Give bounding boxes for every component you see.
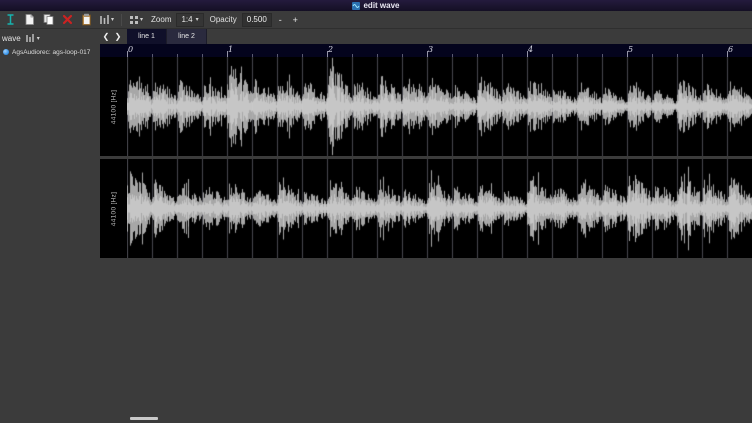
grid-icon xyxy=(129,14,139,25)
levels-icon xyxy=(25,31,35,46)
machine-item[interactable]: AgsAudiorec: ags-loop-017 xyxy=(0,45,100,57)
zoom-combo[interactable]: 1:4 ▾ xyxy=(176,13,203,27)
line-tab-bar: ❮ ❯ line 1 line 2 xyxy=(100,29,752,44)
tab-line-1[interactable]: line 1 xyxy=(127,29,167,44)
opacity-label: Opacity xyxy=(210,15,237,24)
red-x-icon xyxy=(61,13,74,26)
app-icon xyxy=(352,2,360,10)
waveform-canvas[interactable] xyxy=(127,159,752,258)
levels-icon xyxy=(99,13,110,26)
copy-button[interactable] xyxy=(40,11,57,28)
ruler-tick: 3 xyxy=(428,44,433,55)
paste-button[interactable] xyxy=(78,11,95,28)
waveform-channel-1: 44100 [Hz] xyxy=(100,159,752,258)
menu-button[interactable]: ▾ xyxy=(127,12,145,27)
wave-label: wave xyxy=(2,34,21,43)
opacity-decrement-button[interactable]: - xyxy=(274,13,287,27)
samplerate-meter: 44100 [Hz] xyxy=(100,57,127,156)
copy-icon xyxy=(42,13,55,26)
samplerate-meter: 44100 [Hz] xyxy=(100,159,127,258)
position-cursor-icon xyxy=(4,13,17,26)
chevron-down-icon: ▾ xyxy=(140,17,143,23)
nav-forward-button[interactable]: ❯ xyxy=(112,29,124,44)
ruler-tick: 2 xyxy=(328,44,333,55)
window-title: edit wave xyxy=(363,2,399,10)
tool-menu-button[interactable]: ▾ xyxy=(97,11,116,28)
window-titlebar[interactable]: edit wave xyxy=(0,0,752,11)
waveform-channel-0: 44100 [Hz] xyxy=(100,57,752,156)
tab-line-2[interactable]: line 2 xyxy=(167,29,207,44)
zoom-value: 1:4 xyxy=(181,15,192,24)
ruler-tick: 1 xyxy=(228,44,233,55)
samplerate-label: 44100 [Hz] xyxy=(110,89,117,123)
select-button[interactable] xyxy=(21,11,38,28)
document-icon xyxy=(23,13,36,26)
horizontal-scrollbar[interactable] xyxy=(127,416,752,421)
chevron-down-icon: ▾ xyxy=(37,36,40,42)
machine-radio-icon[interactable] xyxy=(3,49,9,55)
timeline-ruler: 0 1 2 3 4 5 6 xyxy=(100,44,752,57)
ruler-tick: 6 xyxy=(728,44,733,55)
chevron-down-icon: ▾ xyxy=(196,17,199,23)
waveform-canvas[interactable] xyxy=(127,57,752,156)
machine-label: AgsAudiorec: ags-loop-017 xyxy=(12,49,90,56)
clipboard-icon xyxy=(80,13,93,26)
ruler-tick: 5 xyxy=(628,44,633,55)
chevron-down-icon: ▾ xyxy=(111,17,114,23)
nav-back-button[interactable]: ❮ xyxy=(100,29,112,44)
position-cursor-button[interactable] xyxy=(2,11,19,28)
edit-wave-window: edit wave xyxy=(0,0,752,423)
samplerate-label: 44100 [Hz] xyxy=(110,191,117,225)
ruler-tick: 4 xyxy=(528,44,533,55)
wave-editor: ❮ ❯ line 1 line 2 0 1 2 3 4 5 6 44100 [H… xyxy=(100,29,752,423)
window-body: wave ▾ AgsAudiorec: ags-loop-017 ❮ ❯ lin… xyxy=(0,29,752,423)
ruler-tick: 0 xyxy=(128,44,133,55)
wave-toolbar: ▾ ▾ Zoom 1:4 ▾ Opacity 0.500 - + xyxy=(0,11,752,29)
opacity-value-field[interactable]: 0.500 xyxy=(242,13,272,27)
toolbar-separator xyxy=(121,14,122,26)
zoom-label: Zoom xyxy=(151,15,171,24)
machine-selector[interactable]: ▾ xyxy=(25,31,40,46)
opacity-increment-button[interactable]: + xyxy=(289,13,302,27)
cut-button[interactable] xyxy=(59,11,76,28)
wave-sidebar: wave ▾ AgsAudiorec: ags-loop-017 xyxy=(0,29,100,423)
scrollbar-thumb[interactable] xyxy=(130,417,158,420)
